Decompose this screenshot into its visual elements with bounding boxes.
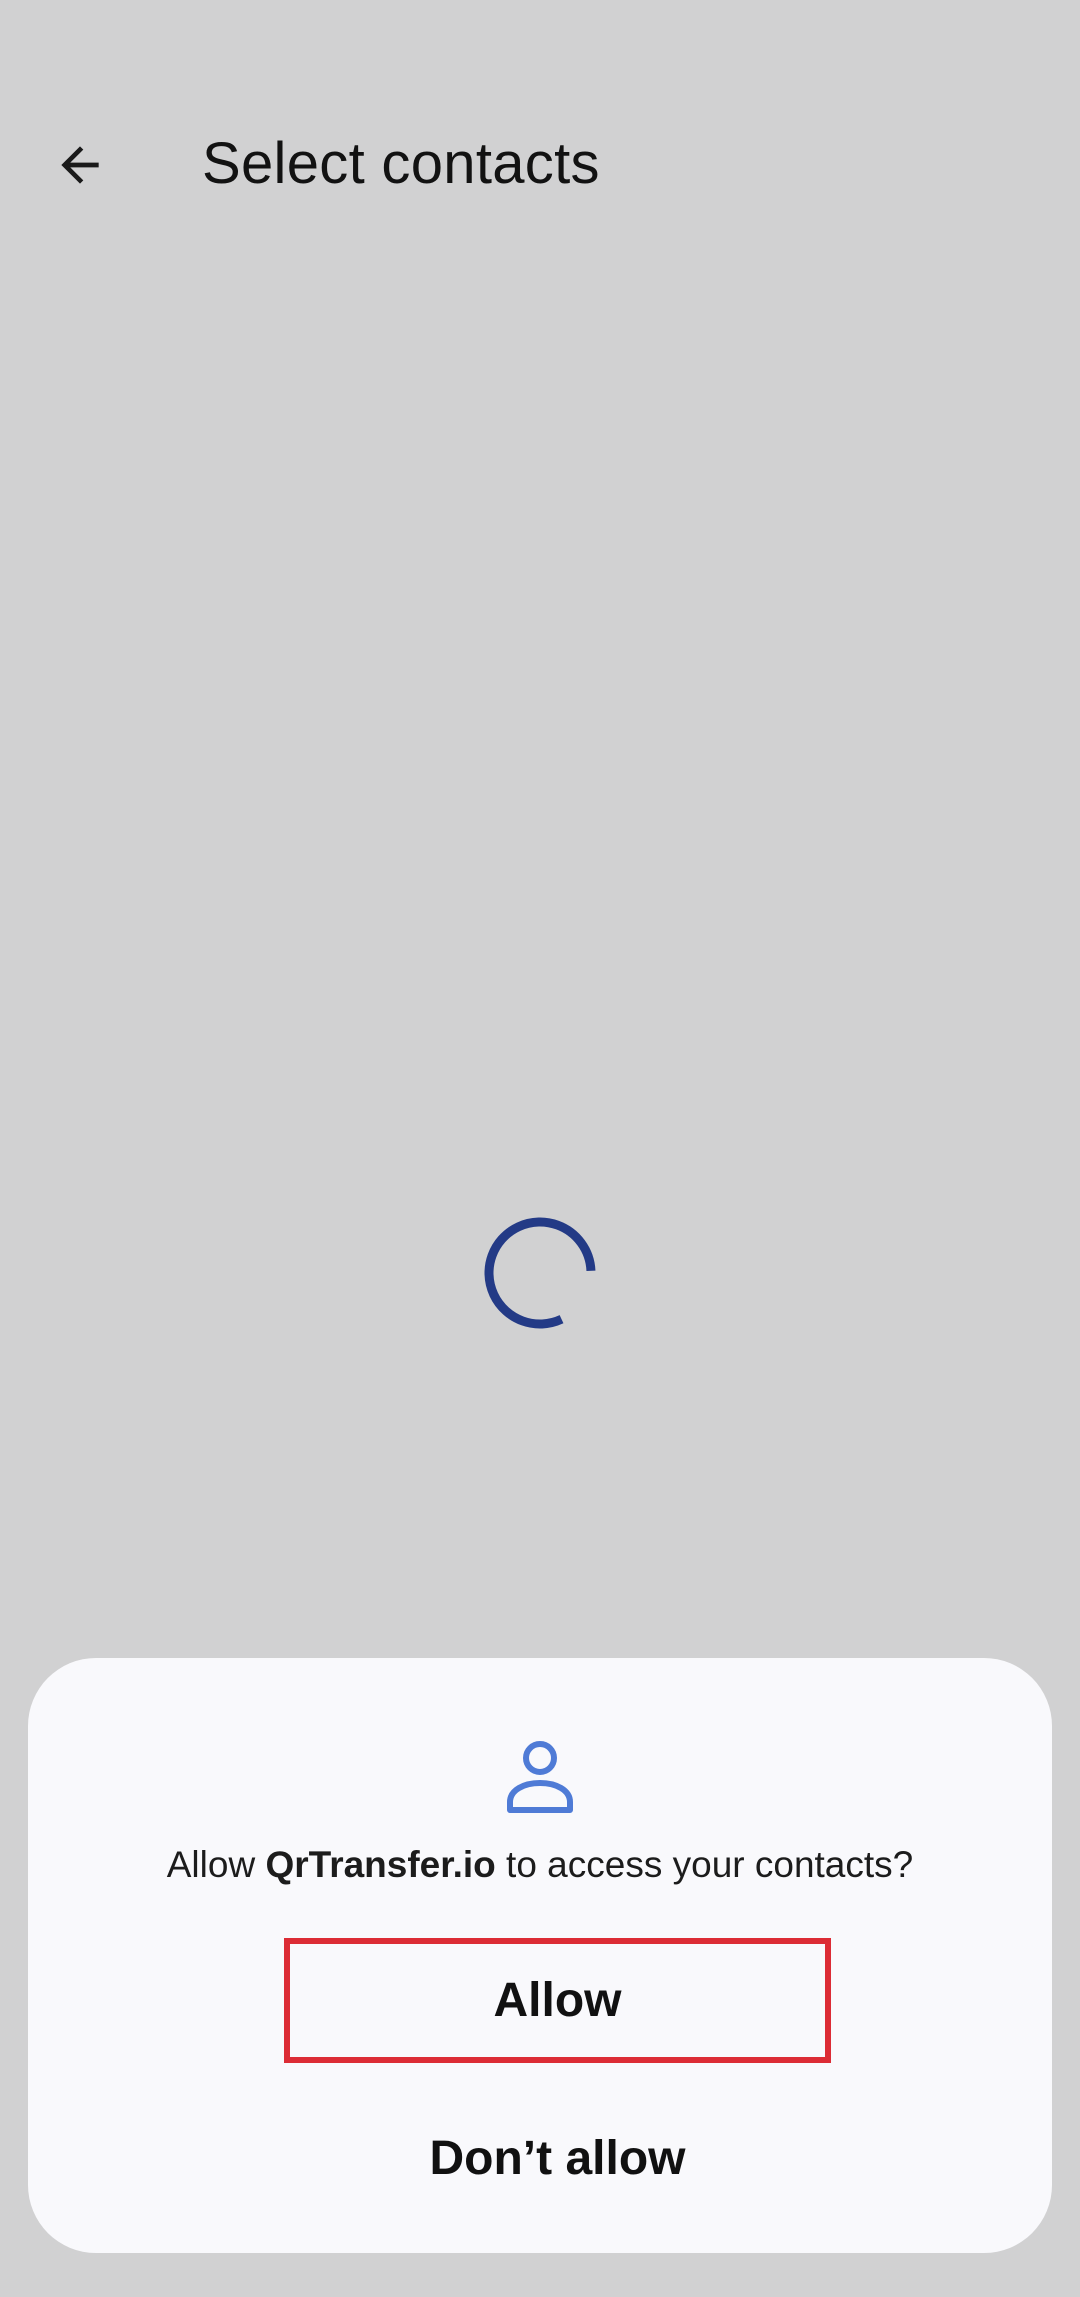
app-name: QrTransfer.io — [265, 1844, 496, 1885]
allow-button-label: Allow — [493, 1974, 622, 2027]
person-icon — [507, 1741, 573, 1813]
app-bar: Select contacts — [0, 100, 1080, 240]
allow-button[interactable]: Allow — [284, 1938, 831, 2063]
dont-allow-button-label: Don’t allow — [429, 2131, 686, 2185]
dialog-message: Allow QrTransfer.io to access your conta… — [28, 1844, 1052, 1886]
dont-allow-button[interactable]: Don’t allow — [284, 2113, 831, 2203]
page-title: Select contacts — [202, 131, 600, 196]
back-button[interactable] — [30, 115, 130, 215]
arrow-back-icon — [61, 146, 99, 184]
loading-spinner — [484, 1217, 596, 1329]
message-suffix: to access your contacts? — [495, 1844, 914, 1885]
message-prefix: Allow — [166, 1844, 266, 1885]
permission-dialog: Allow QrTransfer.io to access your conta… — [28, 1658, 1052, 2253]
screen: Select contacts Allow QrTransfer.io to a… — [0, 0, 1080, 2297]
